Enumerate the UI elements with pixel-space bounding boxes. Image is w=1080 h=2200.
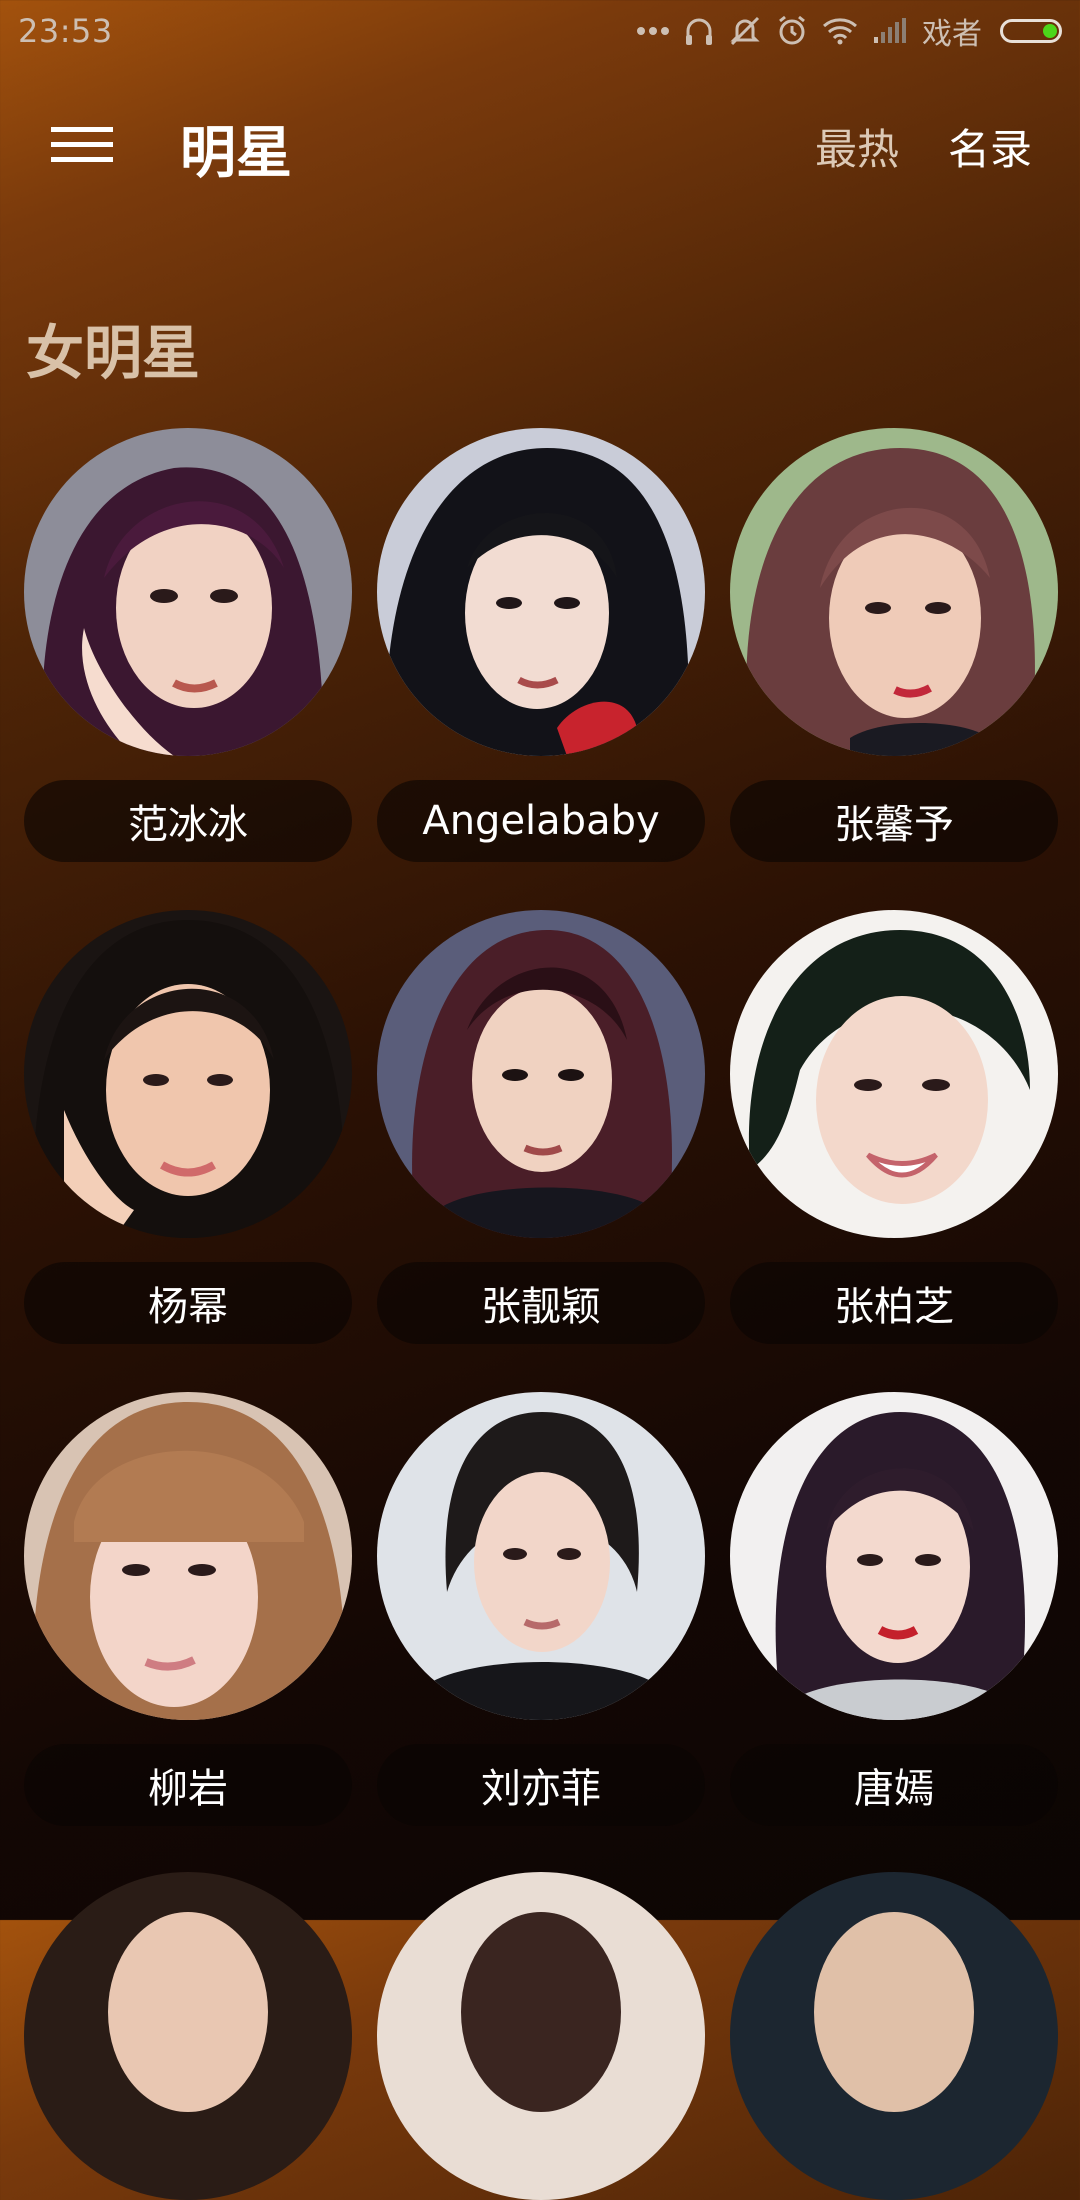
portrait-photo[interactable] [377, 428, 705, 756]
celebrity-card[interactable]: 柳岩 [24, 1392, 352, 1826]
mute-icon [728, 15, 762, 47]
toolbar: 明星 最热 名录 [0, 80, 1080, 210]
celebrity-card[interactable]: 范冰冰 [24, 428, 352, 862]
celebrity-card[interactable]: 唐嫣 [730, 1392, 1058, 1826]
portrait-photo[interactable] [377, 1392, 705, 1720]
more-dots-icon [636, 26, 670, 36]
headset-icon [684, 15, 714, 47]
battery-icon [1000, 19, 1062, 43]
portrait-photo[interactable] [730, 428, 1058, 756]
signal-icon [872, 17, 908, 45]
portrait-photo[interactable] [730, 1392, 1058, 1720]
portrait-photo-partial[interactable] [24, 1872, 352, 2200]
page-title: 明星 [180, 121, 292, 186]
celebrity-name: 张靓颖 [377, 1262, 705, 1344]
battery-level [1043, 24, 1057, 38]
celebrity-card[interactable]: 刘亦菲 [377, 1392, 705, 1826]
celebrity-name: 刘亦菲 [377, 1744, 705, 1826]
portrait-photo[interactable] [730, 910, 1058, 1238]
celebrity-card[interactable]: 张馨予 [730, 428, 1058, 862]
celebrity-card[interactable]: 张柏芝 [730, 910, 1058, 1344]
celebrity-name: 柳岩 [24, 1744, 352, 1826]
carrier-label: 戏者 [922, 17, 982, 52]
celebrity-name: 范冰冰 [24, 780, 352, 862]
portrait-photo[interactable] [24, 428, 352, 756]
status-icons: 戏者 [636, 9, 1062, 53]
hamburger-menu-icon[interactable] [42, 110, 122, 180]
wifi-icon [822, 17, 858, 45]
portrait-photo-partial[interactable] [377, 1872, 705, 2200]
celebrity-name: 张馨予 [730, 780, 1058, 862]
tab-hottest[interactable]: 最热 [815, 116, 899, 177]
celebrity-card[interactable]: 杨幂 [24, 910, 352, 1344]
portrait-photo[interactable] [377, 910, 705, 1238]
celebrity-card[interactable]: 张靓颖 [377, 910, 705, 1344]
portrait-photo[interactable] [24, 910, 352, 1238]
celebrity-name: Angelababy [377, 780, 705, 862]
status-bar: 23:53 戏者 [0, 0, 1080, 62]
celebrity-name: 唐嫣 [730, 1744, 1058, 1826]
portrait-photo-partial[interactable] [730, 1872, 1058, 2200]
alarm-icon [776, 15, 808, 47]
status-time: 23:53 [18, 12, 113, 50]
section-title: 女明星 [26, 319, 201, 387]
tab-directory[interactable]: 名录 [948, 116, 1032, 177]
celebrity-name: 张柏芝 [730, 1262, 1058, 1344]
portrait-photo[interactable] [24, 1392, 352, 1720]
celebrity-card[interactable]: Angelababy [377, 428, 705, 862]
celebrity-name: 杨幂 [24, 1262, 352, 1344]
